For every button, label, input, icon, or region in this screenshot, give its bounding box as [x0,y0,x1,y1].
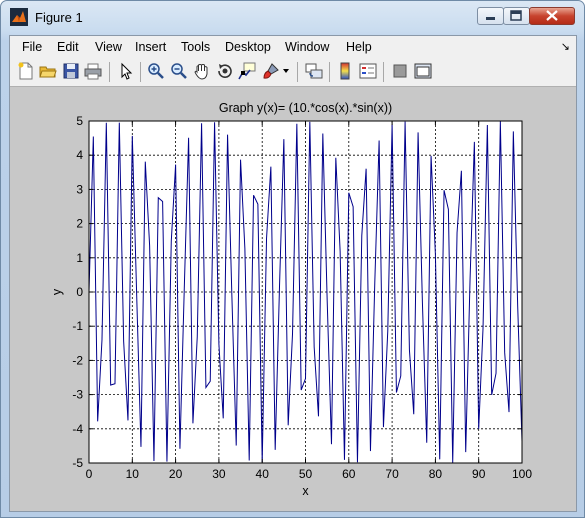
x-tick-label: 50 [299,467,313,481]
y-tick-label: 4 [76,148,83,162]
y-tick-label: -5 [72,456,83,470]
minimize-icon [486,17,495,20]
close-icon [546,10,558,21]
chart-title: Graph y(x)= (10.*cos(x).*sin(x)) [219,101,392,115]
x-tick-label: 30 [212,467,226,481]
window-title: Figure 1 [35,10,83,25]
maximize-button[interactable] [503,7,530,25]
y-tick-label: 0 [76,285,83,299]
x-tick-label: 90 [472,467,486,481]
minimize-button[interactable] [477,7,504,25]
plot-canvas: 0 10 20 30 40 50 60 70 80 90 100543210-1-2-3-4-5 G… [50,101,532,498]
figure-client-area: File Edit View Insert Tools Desktop Wind… [9,35,577,512]
x-tick-label: 60 [342,467,356,481]
y-axis-label: y [50,288,64,295]
y-tick-label: -3 [72,388,83,402]
matlab-icon [10,8,28,26]
title-bar[interactable]: Figure 1 [1,1,584,35]
figure-window: Figure 1 File Edit View Insert Tools Des… [0,0,585,518]
y-tick-label: 1 [76,251,83,265]
x-axis-label: x [302,484,309,498]
axes[interactable]: 0 10 20 30 40 50 60 70 80 90 100543210-1-2-3-4-5 [72,114,532,481]
y-tick-label: 2 [76,217,83,231]
x-tick-label: 40 [256,467,270,481]
y-tick-label: -4 [72,422,83,436]
y-tick-label: 3 [76,182,83,196]
x-tick-label: 70 [385,467,399,481]
y-tick-label: -1 [72,319,83,333]
x-tick-label: 10 [126,467,140,481]
x-tick-label: 100 [512,467,532,481]
x-tick-label: 80 [429,467,443,481]
maximize-icon [510,10,522,21]
x-tick-label: 0 [86,467,93,481]
y-tick-label: -2 [72,353,83,367]
y-tick-label: 5 [76,114,83,128]
x-tick-label: 20 [169,467,183,481]
close-button[interactable] [529,7,575,25]
